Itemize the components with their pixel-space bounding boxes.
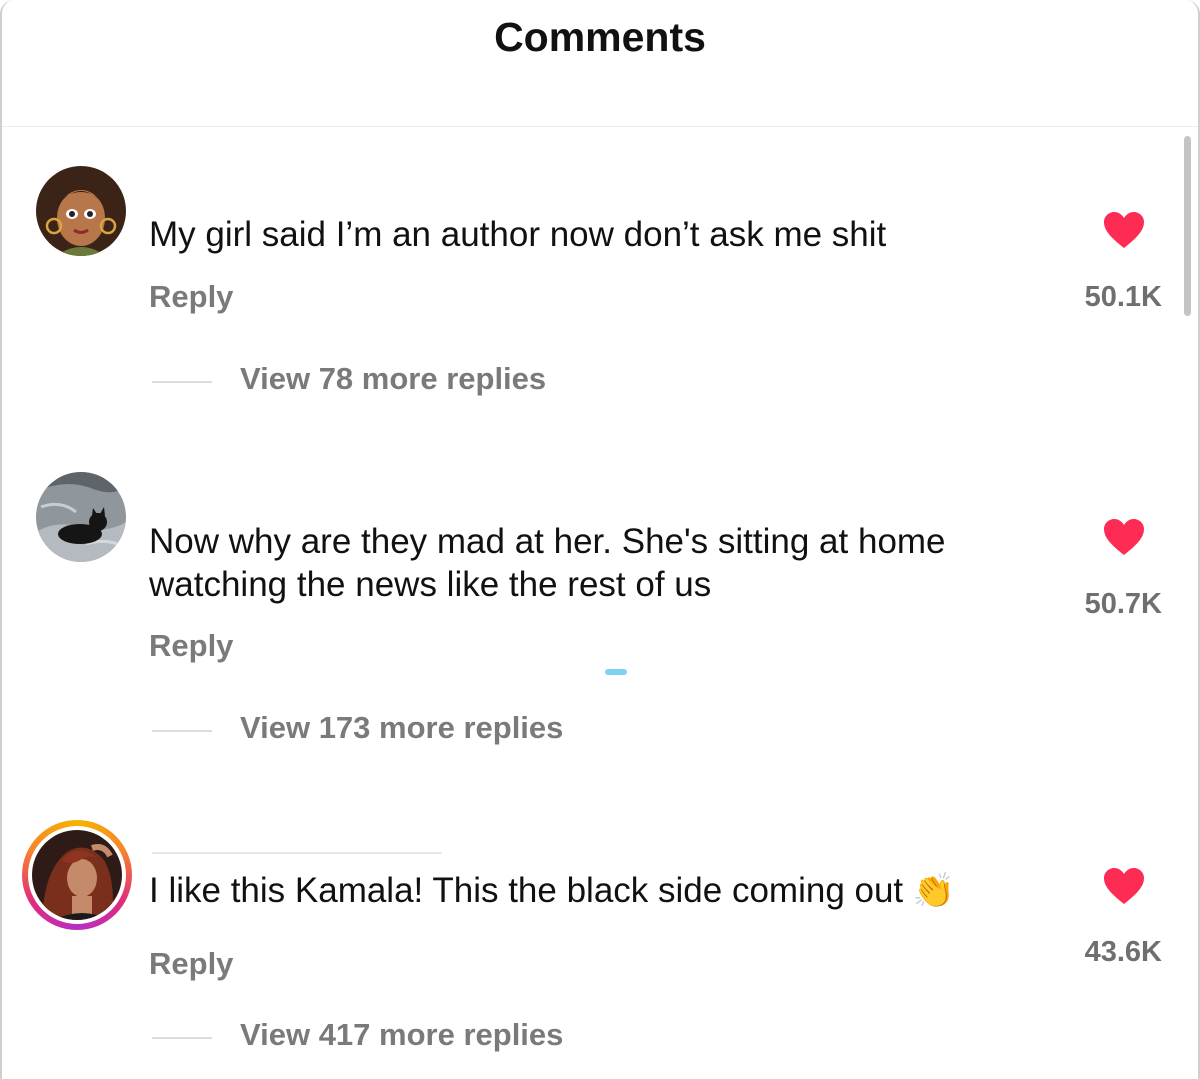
comment-text: My girl said I’m an author now don’t ask… bbox=[149, 215, 887, 254]
reply-button[interactable]: Reply bbox=[149, 946, 233, 982]
page-title: Comments bbox=[494, 14, 706, 60]
avatar[interactable] bbox=[36, 166, 126, 256]
view-replies-label: View 173 more replies bbox=[240, 710, 564, 745]
heart-icon bbox=[1104, 212, 1144, 248]
cartoon-girl-avatar-icon bbox=[36, 166, 126, 256]
like-count: 50.7K bbox=[1084, 588, 1162, 620]
comment-text: I like this Kamala! This the black side … bbox=[149, 869, 1049, 913]
divider-line bbox=[152, 1037, 212, 1039]
reply-button[interactable]: Reply bbox=[149, 279, 233, 315]
username-placeholder bbox=[152, 852, 442, 854]
like-count: 43.6K bbox=[1084, 936, 1162, 968]
like-button[interactable] bbox=[1102, 866, 1146, 906]
scrollbar[interactable] bbox=[1184, 136, 1191, 316]
woman-photo-avatar-icon bbox=[32, 830, 122, 920]
reply-button[interactable]: Reply bbox=[149, 628, 233, 664]
comments-sheet: Comments My girl said I’m an author now … bbox=[0, 0, 1200, 1079]
comments-header: Comments bbox=[2, 0, 1198, 127]
avatar bbox=[32, 830, 122, 920]
like-button[interactable] bbox=[1102, 517, 1146, 557]
divider-line bbox=[152, 730, 212, 732]
comment-text: Now why are they mad at her. She's sitti… bbox=[149, 522, 946, 604]
like-count: 50.1K bbox=[1084, 281, 1162, 313]
heart-icon bbox=[1104, 519, 1144, 555]
loading-indicator bbox=[605, 669, 627, 675]
black-cat-avatar-icon bbox=[36, 472, 126, 562]
clapping-hands-emoji: 👏 bbox=[912, 872, 956, 910]
view-replies-label: View 78 more replies bbox=[240, 361, 547, 396]
divider-line bbox=[152, 381, 212, 383]
like-button[interactable] bbox=[1102, 210, 1146, 250]
view-replies-label: View 417 more replies bbox=[240, 1017, 564, 1052]
avatar[interactable] bbox=[36, 472, 126, 562]
heart-icon bbox=[1104, 868, 1144, 904]
comment-text-body: I like this Kamala! This the black side … bbox=[149, 871, 904, 910]
avatar-story-ring[interactable] bbox=[22, 820, 132, 930]
